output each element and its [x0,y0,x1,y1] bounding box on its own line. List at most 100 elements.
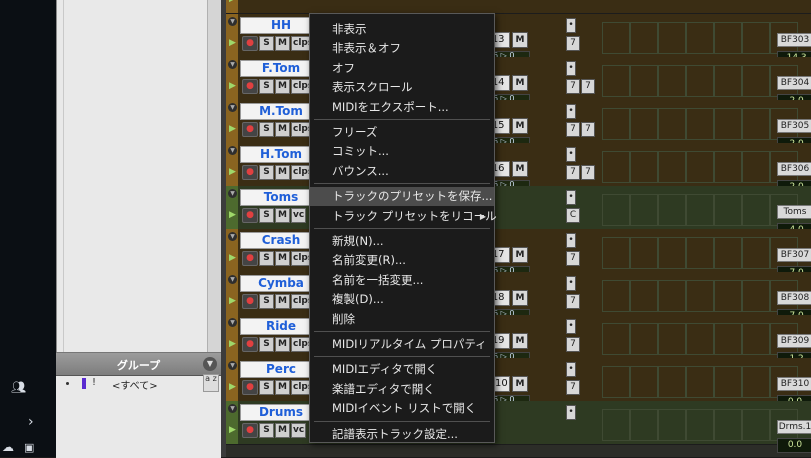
menu-item[interactable]: コミット... [310,142,494,161]
track-M-button[interactable]: M [275,36,290,51]
grid-column[interactable] [602,366,630,398]
grid-column[interactable] [742,366,770,398]
grid-column[interactable] [714,280,742,312]
output-name[interactable]: Drms.1 [777,420,811,434]
track-M-button[interactable]: M [275,423,290,438]
grid-cell[interactable]: • [566,61,576,76]
play-icon[interactable]: ▶ [229,167,236,177]
grid-column[interactable] [686,194,714,226]
grid-column[interactable] [742,22,770,54]
grid-cell[interactable]: • [566,190,576,205]
record-button[interactable]: ● [242,380,258,395]
grid-column[interactable] [630,151,658,183]
grid-column[interactable] [602,323,630,355]
grid-column[interactable] [714,108,742,140]
track-m-button[interactable]: M [512,333,528,349]
record-button[interactable]: ● [242,208,258,223]
grid-column[interactable] [686,151,714,183]
track-M-button[interactable]: M [275,122,290,137]
track-collapse-icon[interactable]: ▼ [228,318,237,327]
menu-item[interactable]: 楽譜エディタで開く [310,380,494,399]
grid-cell[interactable]: • [566,362,576,377]
menu-item[interactable]: 表示スクロール [310,78,494,97]
track-S-button[interactable]: S [259,423,274,438]
record-button[interactable]: ● [242,294,258,309]
grid-column[interactable] [686,237,714,269]
menu-item[interactable]: 新規(N)... [310,232,494,251]
menu-item[interactable]: MIDIイベント リストで開く [310,399,494,418]
grid-column[interactable] [714,194,742,226]
grid-column[interactable] [658,366,686,398]
menu-item[interactable]: フリーズ [310,123,494,142]
chevron-right-icon[interactable]: › [28,414,34,430]
grid-cell[interactable]: 7 [581,165,595,180]
output-name[interactable]: BF303 [777,33,811,47]
play-icon[interactable]: ▶ [229,339,236,349]
grid-cell[interactable]: 7 [566,380,580,395]
track-M-button[interactable]: M [275,165,290,180]
track-M-button[interactable]: M [275,337,290,352]
play-icon[interactable]: ▶ [229,0,236,4]
track-M-button[interactable]: M [275,294,290,309]
track-collapse-icon[interactable]: ▼ [228,404,237,413]
play-icon[interactable]: ▶ [229,124,236,134]
menu-item[interactable]: トラック プリセットをリコール ▶ [310,207,497,226]
track-m-button[interactable]: M [512,161,528,177]
grid-column[interactable] [714,323,742,355]
grid-column[interactable] [602,237,630,269]
track-m-button[interactable]: M [512,376,528,392]
grid-column[interactable] [686,108,714,140]
grid-column[interactable] [686,280,714,312]
grid-column[interactable] [714,151,742,183]
menu-item[interactable]: オフ [310,59,494,78]
grid-column[interactable] [742,237,770,269]
groups-menu-icon[interactable]: ▼ [203,357,217,371]
grid-column[interactable] [658,280,686,312]
track-S-button[interactable]: S [259,79,274,94]
output-name[interactable]: Toms [777,205,811,219]
track-S-button[interactable]: S [259,251,274,266]
grid-column[interactable] [742,65,770,97]
track-collapse-icon[interactable]: ▼ [228,275,237,284]
track-S-button[interactable]: S [259,380,274,395]
play-icon[interactable]: ▶ [229,81,236,91]
grid-column[interactable] [602,65,630,97]
grid-column[interactable] [714,65,742,97]
grid-cell[interactable]: • [566,405,576,420]
grid-column[interactable] [658,108,686,140]
people-icon[interactable]: 👥︎ [11,380,26,394]
grid-column[interactable] [602,409,630,441]
grid-column[interactable] [602,194,630,226]
menu-item[interactable]: 非表示＆オフ [310,39,494,58]
menu-item[interactable]: 名前変更(R)... [310,251,494,270]
record-button[interactable]: ● [242,36,258,51]
play-icon[interactable]: ▶ [229,38,236,48]
record-button[interactable]: ● [242,165,258,180]
track-collapse-icon[interactable]: ▼ [228,232,237,241]
track-collapse-icon[interactable]: ▼ [228,361,237,370]
menu-item[interactable]: MIDIをエクスポート... [310,98,494,117]
output-name[interactable]: BF305 [777,119,811,133]
grid-column[interactable] [742,280,770,312]
grid-column[interactable] [630,194,658,226]
grid-column[interactable] [658,65,686,97]
output-name[interactable]: BF306 [777,162,811,176]
grid-column[interactable] [714,366,742,398]
menu-item[interactable]: MIDIエディタで開く [310,360,494,379]
track-S-button[interactable]: S [259,122,274,137]
grid-cell[interactable]: • [566,319,576,334]
play-icon[interactable]: ▶ [229,253,236,263]
grid-cell[interactable]: 7 [581,79,595,94]
cloud-icon[interactable]: ☁ [2,440,14,454]
grid-column[interactable] [686,22,714,54]
track-M-button[interactable]: M [275,208,290,223]
grid-column[interactable] [630,237,658,269]
grid-column[interactable] [742,409,770,441]
grid-cell[interactable]: 7 [566,122,580,137]
play-icon[interactable]: ▶ [229,296,236,306]
grid-column[interactable] [686,323,714,355]
grid-cell[interactable]: • [566,147,576,162]
grid-column[interactable] [658,323,686,355]
grid-column[interactable] [714,22,742,54]
grid-column[interactable] [686,366,714,398]
